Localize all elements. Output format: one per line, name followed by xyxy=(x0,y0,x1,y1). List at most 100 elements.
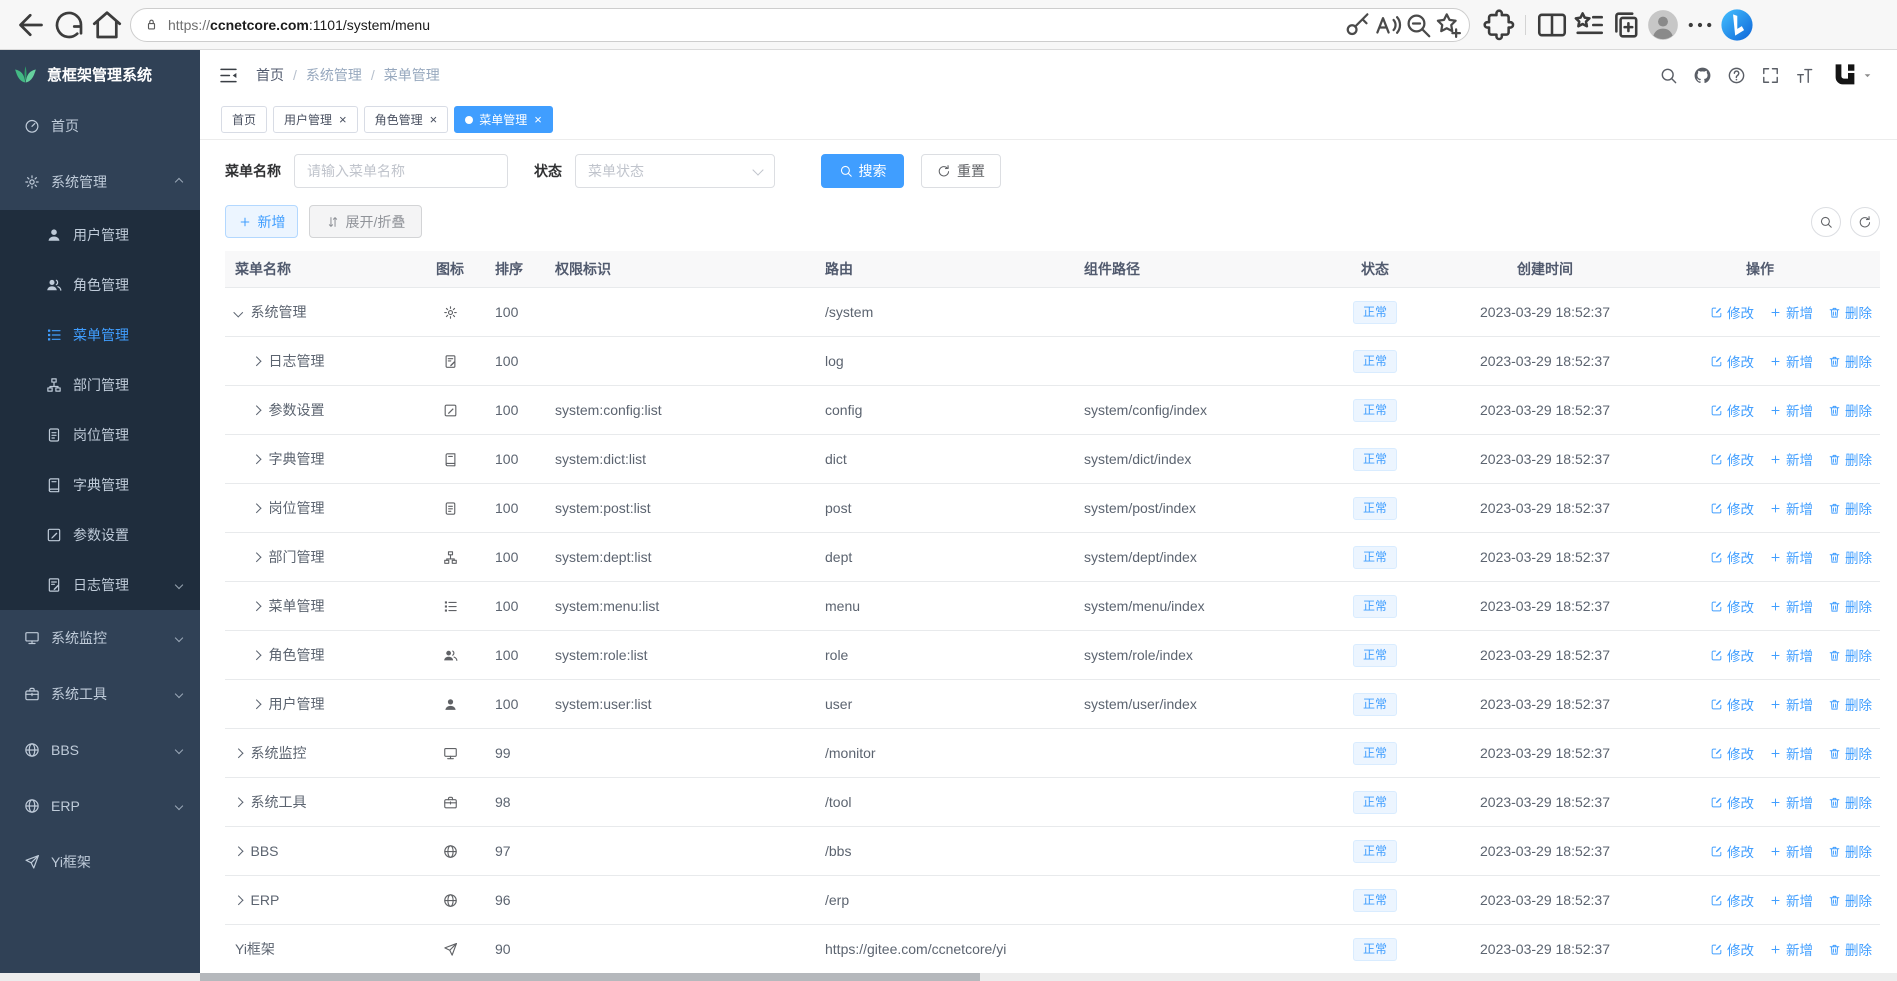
row-edit-link[interactable]: 修改 xyxy=(1710,890,1754,910)
tab-role[interactable]: 角色管理 × xyxy=(363,106,449,133)
sidebar-item-user[interactable]: 用户管理 xyxy=(0,210,200,260)
close-icon[interactable]: × xyxy=(339,113,347,126)
row-edit-link[interactable]: 修改 xyxy=(1710,400,1754,420)
row-delete-link[interactable]: 删除 xyxy=(1828,302,1872,322)
sidebar-item-log[interactable]: 日志管理 xyxy=(0,560,200,610)
row-edit-link[interactable]: 修改 xyxy=(1710,645,1754,665)
expand-row-toggle[interactable] xyxy=(233,895,243,905)
scrollbar-thumb[interactable] xyxy=(200,973,980,981)
profile-icon[interactable] xyxy=(1646,8,1680,42)
row-edit-link[interactable]: 修改 xyxy=(1710,939,1754,959)
search-icon[interactable] xyxy=(1659,66,1678,85)
reset-button[interactable]: 重置 xyxy=(921,154,1001,188)
row-delete-link[interactable]: 删除 xyxy=(1828,743,1872,763)
sidebar-item-home[interactable]: 首页 xyxy=(0,98,200,154)
split-screen-icon[interactable] xyxy=(1535,8,1569,42)
sidebar-item-bbs[interactable]: BBS xyxy=(0,722,200,778)
row-add-link[interactable]: 新增 xyxy=(1769,890,1813,910)
row-add-link[interactable]: 新增 xyxy=(1769,449,1813,469)
expand-row-toggle[interactable] xyxy=(251,699,261,709)
row-delete-link[interactable]: 删除 xyxy=(1828,400,1872,420)
menu-fold-icon[interactable] xyxy=(218,65,239,86)
row-add-link[interactable]: 新增 xyxy=(1769,743,1813,763)
row-delete-link[interactable]: 删除 xyxy=(1828,890,1872,910)
sidebar-item-menu[interactable]: 菜单管理 xyxy=(0,310,200,360)
sidebar-item-tool[interactable]: 系统工具 xyxy=(0,666,200,722)
github-icon[interactable] xyxy=(1693,66,1712,85)
row-delete-link[interactable]: 删除 xyxy=(1828,596,1872,616)
expand-row-toggle[interactable] xyxy=(233,797,243,807)
row-edit-link[interactable]: 修改 xyxy=(1710,547,1754,567)
question-icon[interactable] xyxy=(1727,66,1746,85)
extensions-icon[interactable] xyxy=(1482,8,1516,42)
breadcrumb-item[interactable]: 首页 xyxy=(256,65,284,85)
row-delete-link[interactable]: 删除 xyxy=(1828,939,1872,959)
row-add-link[interactable]: 新增 xyxy=(1769,596,1813,616)
font-size-icon[interactable] xyxy=(1795,66,1814,85)
row-add-link[interactable]: 新增 xyxy=(1769,400,1813,420)
row-edit-link[interactable]: 修改 xyxy=(1710,351,1754,371)
home-icon[interactable] xyxy=(88,7,126,43)
expand-collapse-button[interactable]: 展开/折叠 xyxy=(309,205,422,238)
row-delete-link[interactable]: 删除 xyxy=(1828,449,1872,469)
sidebar-item-post[interactable]: 岗位管理 xyxy=(0,410,200,460)
expand-row-toggle[interactable] xyxy=(251,503,261,513)
add-button[interactable]: 新增 xyxy=(225,205,298,238)
back-icon[interactable] xyxy=(12,7,50,43)
expand-row-toggle[interactable] xyxy=(251,552,261,562)
row-edit-link[interactable]: 修改 xyxy=(1710,841,1754,861)
sidebar-item-yi[interactable]: Yi框架 xyxy=(0,834,200,890)
menu-name-input[interactable] xyxy=(294,154,508,188)
show-search-button[interactable] xyxy=(1811,206,1841,237)
tab-user[interactable]: 用户管理 × xyxy=(273,106,358,133)
sidebar-item-config[interactable]: 参数设置 xyxy=(0,510,200,560)
row-edit-link[interactable]: 修改 xyxy=(1710,596,1754,616)
row-delete-link[interactable]: 删除 xyxy=(1828,547,1872,567)
bing-icon[interactable] xyxy=(1720,8,1754,42)
row-edit-link[interactable]: 修改 xyxy=(1710,792,1754,812)
row-add-link[interactable]: 新增 xyxy=(1769,351,1813,371)
row-add-link[interactable]: 新增 xyxy=(1769,302,1813,322)
sidebar-item-erp[interactable]: ERP xyxy=(0,778,200,834)
refresh-table-button[interactable] xyxy=(1850,206,1880,237)
collections-icon[interactable] xyxy=(1609,8,1643,42)
sidebar-item-monitor[interactable]: 系统监控 xyxy=(0,610,200,666)
sidebar-item-dict[interactable]: 字典管理 xyxy=(0,460,200,510)
row-add-link[interactable]: 新增 xyxy=(1769,939,1813,959)
row-delete-link[interactable]: 删除 xyxy=(1828,694,1872,714)
row-edit-link[interactable]: 修改 xyxy=(1710,302,1754,322)
address-bar[interactable]: https://ccnetcore.com:1101/system/menu xyxy=(130,7,1470,42)
expand-row-toggle[interactable] xyxy=(251,356,261,366)
sidebar-item-dept[interactable]: 部门管理 xyxy=(0,360,200,410)
row-delete-link[interactable]: 删除 xyxy=(1828,498,1872,518)
key-icon[interactable] xyxy=(1343,10,1373,40)
row-add-link[interactable]: 新增 xyxy=(1769,645,1813,665)
status-select[interactable]: 菜单状态 xyxy=(575,154,775,188)
expand-row-toggle[interactable] xyxy=(251,601,261,611)
row-edit-link[interactable]: 修改 xyxy=(1710,449,1754,469)
fullscreen-icon[interactable] xyxy=(1761,66,1780,85)
row-edit-link[interactable]: 修改 xyxy=(1710,743,1754,763)
expand-row-toggle[interactable] xyxy=(233,846,243,856)
sidebar-item-system[interactable]: 系统管理 xyxy=(0,154,200,210)
expand-row-toggle[interactable] xyxy=(251,650,261,660)
search-button[interactable]: 搜索 xyxy=(821,154,904,188)
reload-icon[interactable] xyxy=(50,7,88,43)
tab-menu[interactable]: 菜单管理 × xyxy=(454,106,553,133)
expand-row-toggle[interactable] xyxy=(251,405,261,415)
yi-logo-icon[interactable] xyxy=(1830,60,1860,90)
row-add-link[interactable]: 新增 xyxy=(1769,841,1813,861)
chevron-down-icon[interactable] xyxy=(1860,68,1875,83)
sidebar-item-role[interactable]: 角色管理 xyxy=(0,260,200,310)
expand-row-toggle[interactable] xyxy=(251,454,261,464)
expand-row-toggle[interactable] xyxy=(233,748,243,758)
zoom-out-icon[interactable] xyxy=(1403,10,1433,40)
row-delete-link[interactable]: 删除 xyxy=(1828,645,1872,665)
row-add-link[interactable]: 新增 xyxy=(1769,694,1813,714)
row-add-link[interactable]: 新增 xyxy=(1769,792,1813,812)
read-aloud-icon[interactable] xyxy=(1373,10,1403,40)
row-delete-link[interactable]: 删除 xyxy=(1828,841,1872,861)
row-edit-link[interactable]: 修改 xyxy=(1710,498,1754,518)
close-icon[interactable]: × xyxy=(430,113,438,126)
close-icon[interactable]: × xyxy=(534,113,542,126)
